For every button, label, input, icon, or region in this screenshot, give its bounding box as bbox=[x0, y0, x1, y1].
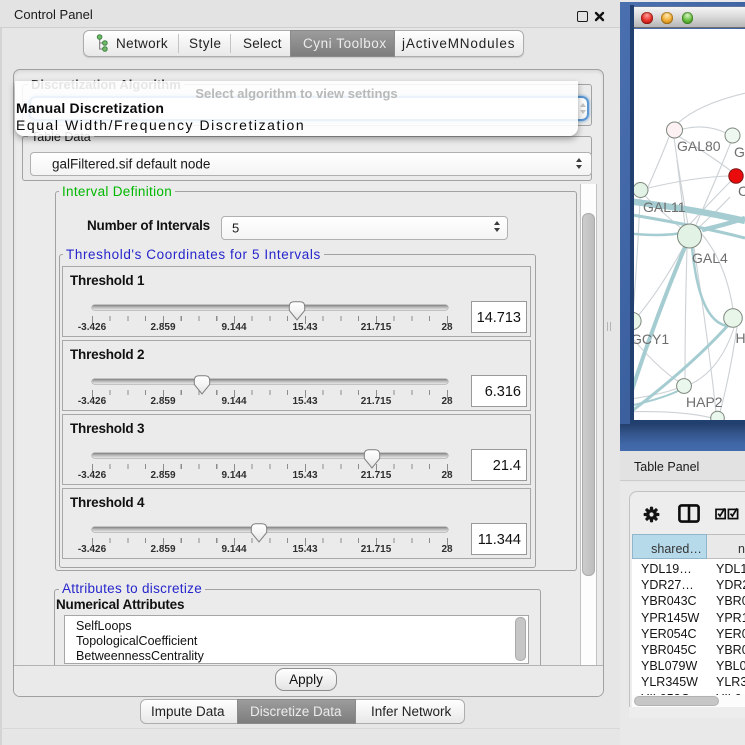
svg-text:H: H bbox=[736, 330, 745, 346]
svg-text:C: C bbox=[738, 183, 745, 199]
svg-text:GAL4: GAL4 bbox=[692, 250, 728, 266]
svg-text:GAL80: GAL80 bbox=[677, 138, 721, 154]
svg-text:GAL11: GAL11 bbox=[643, 199, 686, 215]
svg-text:GA: GA bbox=[734, 144, 745, 160]
svg-text:GCY1: GCY1 bbox=[634, 331, 669, 347]
svg-text:HAP2: HAP2 bbox=[686, 394, 723, 410]
